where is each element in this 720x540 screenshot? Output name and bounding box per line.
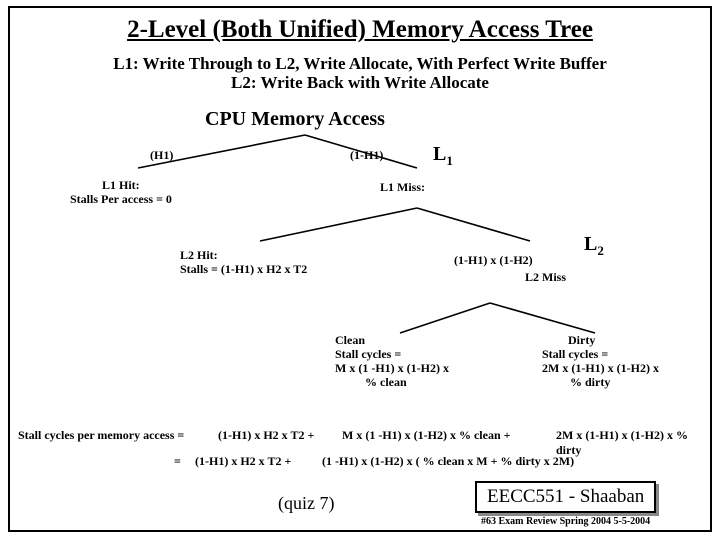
clean-line1: Clean [335, 333, 365, 348]
slide-footer: #63 Exam Review Spring 2004 5-5-2004 [481, 516, 650, 527]
eq-eq: = [174, 454, 181, 469]
l2-hit-line2: Stalls = (1-H1) x H2 x T2 [180, 262, 307, 277]
course-box: EECC551 - Shaaban [475, 481, 656, 513]
dirty-line2: Stall cycles = [542, 347, 608, 362]
l2-miss: L2 Miss [525, 270, 566, 285]
l2-hit-line1: L2 Hit: [180, 248, 218, 263]
label-h1: (H1) [150, 148, 173, 163]
label-L1: L1 [433, 143, 453, 169]
eq-rhs1b: M x (1 -H1) x (1-H2) x % clean + [342, 428, 510, 443]
eq-rhs2a: (1-H1) x H2 x T2 + [195, 454, 291, 469]
l1-miss: L1 Miss: [380, 180, 425, 195]
eq-rhs2b: (1 -H1) x (1-H2) x ( % clean x M + % dir… [322, 454, 574, 469]
clean-line4: % clean [365, 375, 407, 390]
clean-line2: Stall cycles = [335, 347, 401, 362]
l2-right-prob: (1-H1) x (1-H2) [454, 253, 533, 268]
eq-rhs1c: 2M x (1-H1) x (1-H2) x % dirty [556, 428, 710, 458]
quiz-ref: (quiz 7) [278, 493, 334, 514]
dirty-line4: % dirty [570, 375, 610, 390]
l1-hit-line1: L1 Hit: [102, 178, 140, 193]
label-L2: L2 [584, 233, 604, 259]
dirty-line1: Dirty [568, 333, 595, 348]
l1-hit-line2: Stalls Per access = 0 [70, 192, 172, 207]
dirty-line3: 2M x (1-H1) x (1-H2) x [542, 361, 659, 376]
label-1-minus-h1: (1-H1) [350, 148, 383, 163]
eq-lhs: Stall cycles per memory access = [18, 428, 184, 443]
eq-rhs1a: (1-H1) x H2 x T2 + [218, 428, 314, 443]
clean-line3: M x (1 -H1) x (1-H2) x [335, 361, 449, 376]
